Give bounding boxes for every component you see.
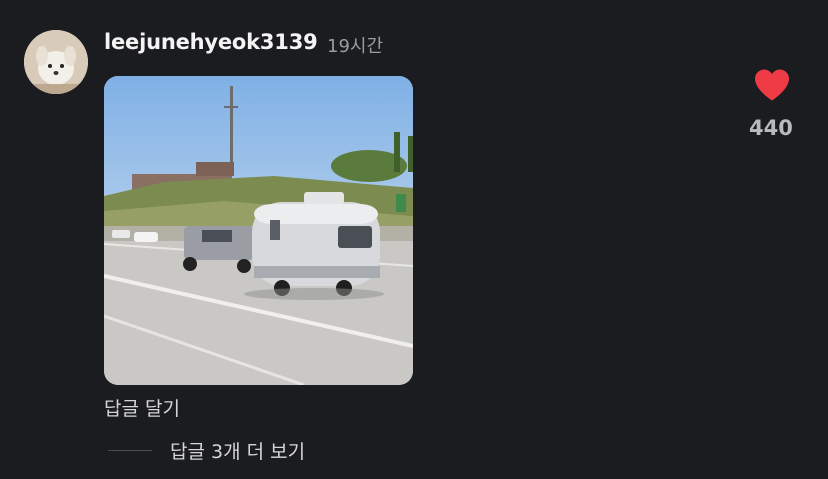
replies-divider (108, 450, 152, 451)
avatar-dog-image (24, 30, 88, 94)
view-more-replies-button[interactable]: 답글 3개 더 보기 (170, 437, 305, 464)
comment-gif-image[interactable] (104, 76, 413, 385)
heart-icon[interactable] (753, 68, 791, 102)
camper-trailer-highway-image (104, 76, 413, 385)
like-count: 440 (749, 116, 793, 140)
reply-button[interactable]: 답글 달기 (104, 394, 180, 421)
avatar[interactable] (24, 30, 88, 94)
timestamp: 19시간 (327, 36, 384, 57)
username[interactable]: leejunehyeok3139 (104, 30, 318, 54)
